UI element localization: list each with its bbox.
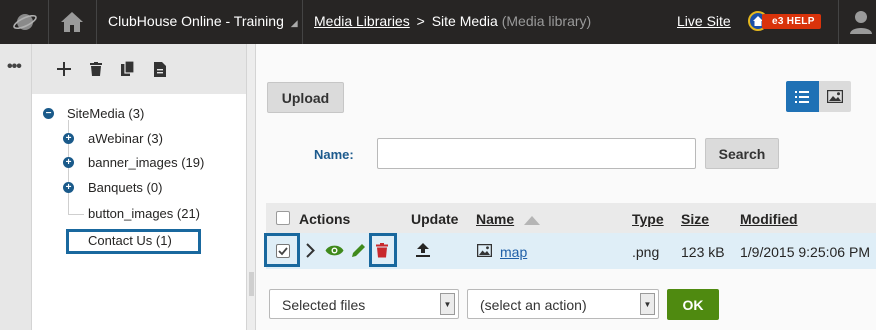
chevron-right-icon[interactable] — [306, 243, 315, 261]
file-modified: 1/9/2015 9:25:06 PM — [740, 244, 870, 260]
edit-pencil-icon[interactable] — [351, 243, 366, 261]
breadcrumb-current: Site Media — [431, 13, 498, 29]
breadcrumb-separator: > — [416, 13, 425, 29]
home-icon[interactable] — [50, 0, 94, 44]
delete-folder-icon[interactable] — [87, 60, 105, 78]
left-rail: ••• — [0, 44, 32, 330]
select-all-checkbox[interactable] — [276, 211, 290, 225]
header-actions: Actions — [299, 211, 351, 227]
user-avatar-icon[interactable] — [846, 0, 876, 44]
expand-icon[interactable]: + — [63, 182, 74, 193]
scope-select-value: Selected files — [282, 297, 366, 313]
tree-item-banner-images[interactable]: banner_images (19) — [88, 155, 204, 170]
action-select[interactable]: (select an action) ▼ — [467, 289, 659, 319]
copy-icon[interactable] — [119, 60, 137, 78]
thumbnail-view-icon[interactable] — [818, 81, 851, 112]
header-name[interactable]: Name — [476, 211, 514, 227]
live-site-link[interactable]: Live Site — [677, 13, 731, 29]
breadcrumb-type: (Media library) — [501, 13, 592, 29]
file-size: 123 kB — [681, 244, 725, 260]
main-content — [256, 44, 876, 330]
file-type: .png — [632, 244, 660, 260]
name-filter-input[interactable] — [377, 138, 696, 169]
more-icon[interactable]: ••• — [7, 58, 22, 76]
search-button[interactable]: Search — [705, 138, 779, 169]
breadcrumb-media-libraries[interactable]: Media Libraries — [314, 13, 410, 29]
scope-select[interactable]: Selected files ▼ — [269, 289, 459, 319]
action-select-value: (select an action) — [480, 297, 587, 313]
add-icon[interactable] — [55, 60, 73, 78]
tree-item-awebinar[interactable]: aWebinar (3) — [88, 131, 163, 146]
tree-item-contact-us[interactable]: Contact Us (1) — [88, 233, 172, 248]
expand-icon[interactable]: + — [63, 133, 74, 144]
help-label: e3 HELP — [762, 13, 821, 29]
tree-item-banquets[interactable]: Banquets (0) — [88, 180, 162, 195]
planet-logo-icon[interactable] — [6, 0, 44, 44]
top-bar: ClubHouse Online - Training ◢ Media Libr… — [0, 0, 876, 44]
chevron-down-icon: ◢ — [290, 18, 298, 28]
tree-connector — [68, 214, 84, 215]
list-view-icon[interactable] — [786, 81, 819, 112]
document-icon[interactable] — [151, 60, 169, 78]
upload-button[interactable]: Upload — [267, 82, 344, 113]
collapse-icon[interactable]: − — [43, 108, 54, 119]
tree-item-sitemedia[interactable]: SiteMedia (3) — [67, 106, 144, 121]
image-file-icon — [476, 243, 493, 260]
checkbox-highlight — [264, 233, 300, 267]
help-button[interactable]: e3 HELP — [748, 10, 821, 32]
ok-button[interactable]: OK — [667, 289, 719, 320]
upload-update-icon[interactable] — [416, 243, 430, 260]
dropdown-arrow-icon: ▼ — [640, 293, 655, 315]
view-eye-icon[interactable] — [325, 244, 344, 260]
site-name: ClubHouse Online - Training — [108, 13, 284, 29]
sort-ascending-icon[interactable] — [524, 213, 540, 228]
header-modified[interactable]: Modified — [740, 211, 798, 227]
tree-toolbar — [32, 44, 246, 94]
header-size[interactable]: Size — [681, 211, 709, 227]
splitter-grip[interactable] — [249, 272, 254, 296]
name-filter-label: Name: — [314, 147, 354, 162]
breadcrumb: Media Libraries > Site Media (Media libr… — [314, 13, 591, 29]
tree-item-button-images[interactable]: button_images (21) — [88, 206, 200, 221]
view-toggle — [786, 81, 851, 112]
dropdown-arrow-icon: ▼ — [440, 293, 455, 315]
file-name-link[interactable]: map — [500, 244, 527, 260]
delete-highlight — [369, 233, 397, 267]
header-update: Update — [411, 211, 459, 227]
panel-splitter[interactable] — [246, 44, 256, 330]
expand-icon[interactable]: + — [63, 157, 74, 168]
header-type[interactable]: Type — [632, 211, 664, 227]
site-selector[interactable]: ClubHouse Online - Training ◢ — [108, 13, 298, 29]
